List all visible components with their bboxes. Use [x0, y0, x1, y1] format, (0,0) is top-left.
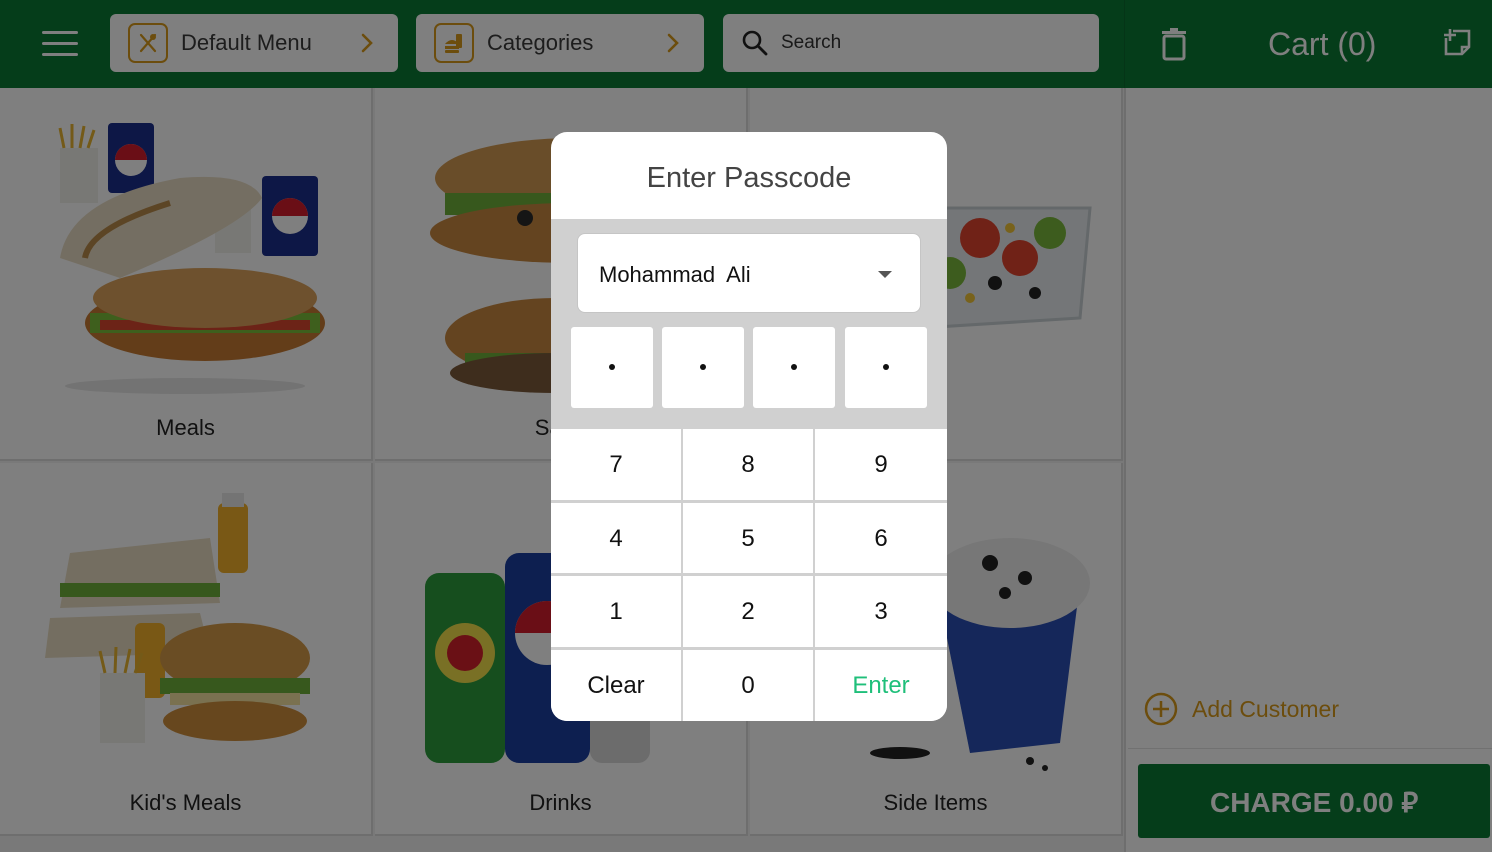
keypad-divider [551, 573, 947, 576]
key-1[interactable]: 1 [551, 576, 681, 647]
passcode-modal: Enter Passcode Mohammad Ali 7 8 9 4 5 6 … [551, 132, 947, 721]
passcode-digit-1 [571, 327, 653, 408]
key-8[interactable]: 8 [683, 429, 813, 500]
key-9[interactable]: 9 [815, 429, 947, 500]
passcode-digit-4 [845, 327, 927, 408]
key-7[interactable]: 7 [551, 429, 681, 500]
dropdown-caret-icon [878, 271, 892, 278]
enter-button[interactable]: Enter [815, 650, 947, 721]
user-select-dropdown[interactable]: Mohammad Ali [577, 233, 921, 313]
key-5[interactable]: 5 [683, 503, 813, 574]
keypad-divider [551, 647, 947, 650]
key-6[interactable]: 6 [815, 503, 947, 574]
key-2[interactable]: 2 [683, 576, 813, 647]
passcode-digit-3 [753, 327, 835, 408]
passcode-digit-2 [662, 327, 744, 408]
key-0[interactable]: 0 [683, 650, 813, 721]
key-3[interactable]: 3 [815, 576, 947, 647]
key-4[interactable]: 4 [551, 503, 681, 574]
keypad-divider [551, 500, 947, 503]
clear-button[interactable]: Clear [551, 650, 681, 721]
selected-user: Mohammad Ali [599, 262, 751, 287]
modal-title: Enter Passcode [646, 162, 852, 194]
